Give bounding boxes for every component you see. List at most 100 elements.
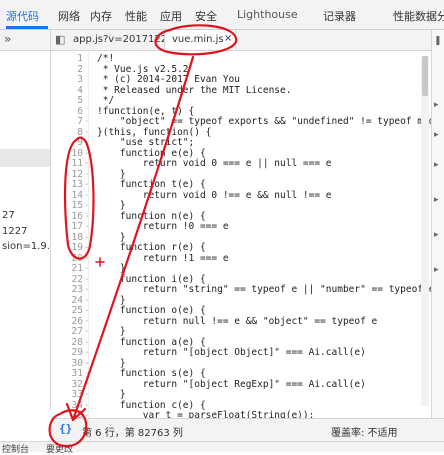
code-line-text: function e(e) {: [97, 147, 206, 159]
code-line-text: * (c) 2014-2017 Evan You: [97, 74, 240, 85]
line-number[interactable]: 24: [51, 295, 83, 306]
navigator-item[interactable]: 27: [2, 210, 15, 221]
code-line-text: function c(e) {: [97, 399, 206, 411]
line-number[interactable]: 34: [51, 400, 83, 411]
line-number[interactable]: 7: [51, 116, 83, 127]
code-line-text: }: [97, 231, 126, 243]
line-number[interactable]: 15: [51, 200, 83, 211]
line-number[interactable]: 12: [51, 169, 83, 180]
line-number[interactable]: 10: [51, 148, 83, 159]
line-number[interactable]: 17: [51, 221, 83, 232]
code-line-text: "use strict";: [97, 137, 195, 148]
file-tab-app-js[interactable]: app.js?v=20171227: [73, 34, 174, 45]
step-icon[interactable]: ▸: [434, 100, 439, 110]
gutter-divider: [88, 51, 89, 418]
tab-recorder[interactable]: 记录器: [323, 8, 356, 24]
code-line-text: return !0 === e: [97, 221, 229, 232]
navigator-item[interactable]: 1227: [2, 226, 27, 237]
code-line-text: return void 0 !== e && null !== e: [97, 189, 332, 201]
navigator-item[interactable]: sion=1.9.1: [2, 241, 56, 252]
line-number[interactable]: 18: [51, 232, 83, 243]
code-line-text: var t = parseFloat(String(e));: [97, 410, 315, 418]
tab-security[interactable]: 安全: [195, 8, 217, 24]
devtools-tab-bar: 源代码 网络 内存 性能 应用 安全 Lighthouse 记录器 性能数据分析: [0, 0, 444, 30]
line-number[interactable]: 29: [51, 347, 83, 358]
code-line-text: return !1 === e: [97, 252, 229, 264]
code-line-text: }: [97, 294, 126, 306]
code-line-text: }: [97, 357, 126, 369]
line-number[interactable]: 5: [51, 95, 83, 106]
line-number[interactable]: 16: [51, 211, 83, 222]
line-number[interactable]: 25: [51, 305, 83, 316]
step-icon[interactable]: ▸: [434, 265, 439, 275]
step-icon[interactable]: ▸: [434, 160, 439, 170]
line-number[interactable]: 21: [51, 263, 83, 274]
debugger-side-pane: ❚ ▸ ▸ ▸ ▸ ▸ ▸: [431, 30, 444, 418]
line-number[interactable]: 3: [51, 74, 83, 85]
drawer-tab-changes[interactable]: 要更改: [46, 442, 73, 455]
scrollbar-thumb[interactable]: [422, 56, 428, 96]
tab-memory[interactable]: 内存: [90, 8, 112, 24]
tab-performance-insights[interactable]: 性能数据分析: [393, 8, 444, 24]
code-line-text: function t(e) {: [97, 179, 206, 190]
code-line-text: */: [97, 95, 115, 106]
editor-file-tabs: ◧ app.js?v=20171227 vue.min.js ×: [51, 30, 444, 51]
line-number[interactable]: 9: [51, 137, 83, 148]
code-line-text: function s(e) {: [97, 368, 206, 379]
code-line-text: !function(e, t) {: [97, 105, 195, 117]
line-number[interactable]: 4: [51, 85, 83, 96]
code-line-text: /*!: [97, 53, 115, 64]
line-number[interactable]: 20: [51, 253, 83, 264]
line-number[interactable]: 23: [51, 284, 83, 295]
toggle-navigator-icon[interactable]: ◧: [55, 33, 65, 46]
close-icon[interactable]: ×: [224, 33, 232, 44]
line-number[interactable]: 31: [51, 368, 83, 379]
line-number[interactable]: 11: [51, 158, 83, 169]
tab-lighthouse[interactable]: Lighthouse: [237, 8, 298, 21]
tab-application[interactable]: 应用: [160, 8, 182, 24]
line-number[interactable]: 13: [51, 179, 83, 190]
tab-sources[interactable]: 源代码: [6, 8, 39, 24]
code-line-text: * Vue.js v2.5.2: [97, 63, 189, 75]
code-line-text: }(this, function() {: [97, 126, 212, 138]
line-number[interactable]: 28: [51, 337, 83, 348]
drawer-tab-console[interactable]: 控制台: [2, 442, 29, 455]
pause-icon[interactable]: ❚: [434, 36, 442, 46]
line-number[interactable]: 26: [51, 316, 83, 327]
line-number[interactable]: 35: [51, 410, 83, 418]
code-line-text: function n(e) {: [97, 210, 206, 222]
line-number[interactable]: 6: [51, 106, 83, 117]
code-line-text: function i(e) {: [97, 273, 206, 285]
file-tab-vue-min-js[interactable]: vue.min.js ×: [164, 30, 236, 50]
cursor-position: 第 6 行，第 82763 列: [82, 428, 183, 439]
line-number[interactable]: 14: [51, 190, 83, 201]
coverage-status: 覆盖率: 不适用: [331, 428, 398, 439]
code-line-text: return "[object RegExp]" === Ai.call(e): [97, 378, 366, 390]
selected-navigator-row[interactable]: [0, 149, 50, 167]
code-line-text: return void 0 === e || null === e: [97, 158, 332, 169]
line-number[interactable]: 8: [51, 127, 83, 138]
step-icon[interactable]: ▸: [434, 230, 439, 240]
code-editor[interactable]: 1 /*! 2 * Vue.js v2.5.2 3 * (c) 2014-2017 E…: [51, 51, 431, 418]
line-number[interactable]: 22: [51, 274, 83, 285]
step-icon[interactable]: ▸: [434, 130, 439, 140]
line-number[interactable]: 32: [51, 379, 83, 390]
editor-status-bar: {} 第 6 行，第 82763 列 覆盖率: 不适用: [51, 418, 444, 441]
pretty-print-button[interactable]: {}: [59, 422, 72, 435]
drawer-tab-bar: 控制台 要更改: [0, 441, 444, 455]
code-line-text: }: [97, 263, 126, 274]
line-number[interactable]: 19: [51, 242, 83, 253]
chevron-double-right-icon[interactable]: »: [4, 32, 11, 46]
tab-performance[interactable]: 性能: [125, 8, 147, 24]
line-number[interactable]: 33: [51, 389, 83, 400]
tab-network[interactable]: 网络: [58, 8, 80, 24]
line-number[interactable]: 30: [51, 358, 83, 369]
code-line-text: }: [97, 168, 126, 180]
line-number[interactable]: 2: [51, 64, 83, 75]
line-number[interactable]: 1: [51, 53, 83, 64]
active-tab-indicator: [6, 26, 48, 29]
line-number[interactable]: 27: [51, 326, 83, 337]
vertical-scrollbar[interactable]: [421, 56, 429, 406]
code-line-text: }: [97, 326, 126, 337]
step-icon[interactable]: ▸: [434, 195, 439, 205]
